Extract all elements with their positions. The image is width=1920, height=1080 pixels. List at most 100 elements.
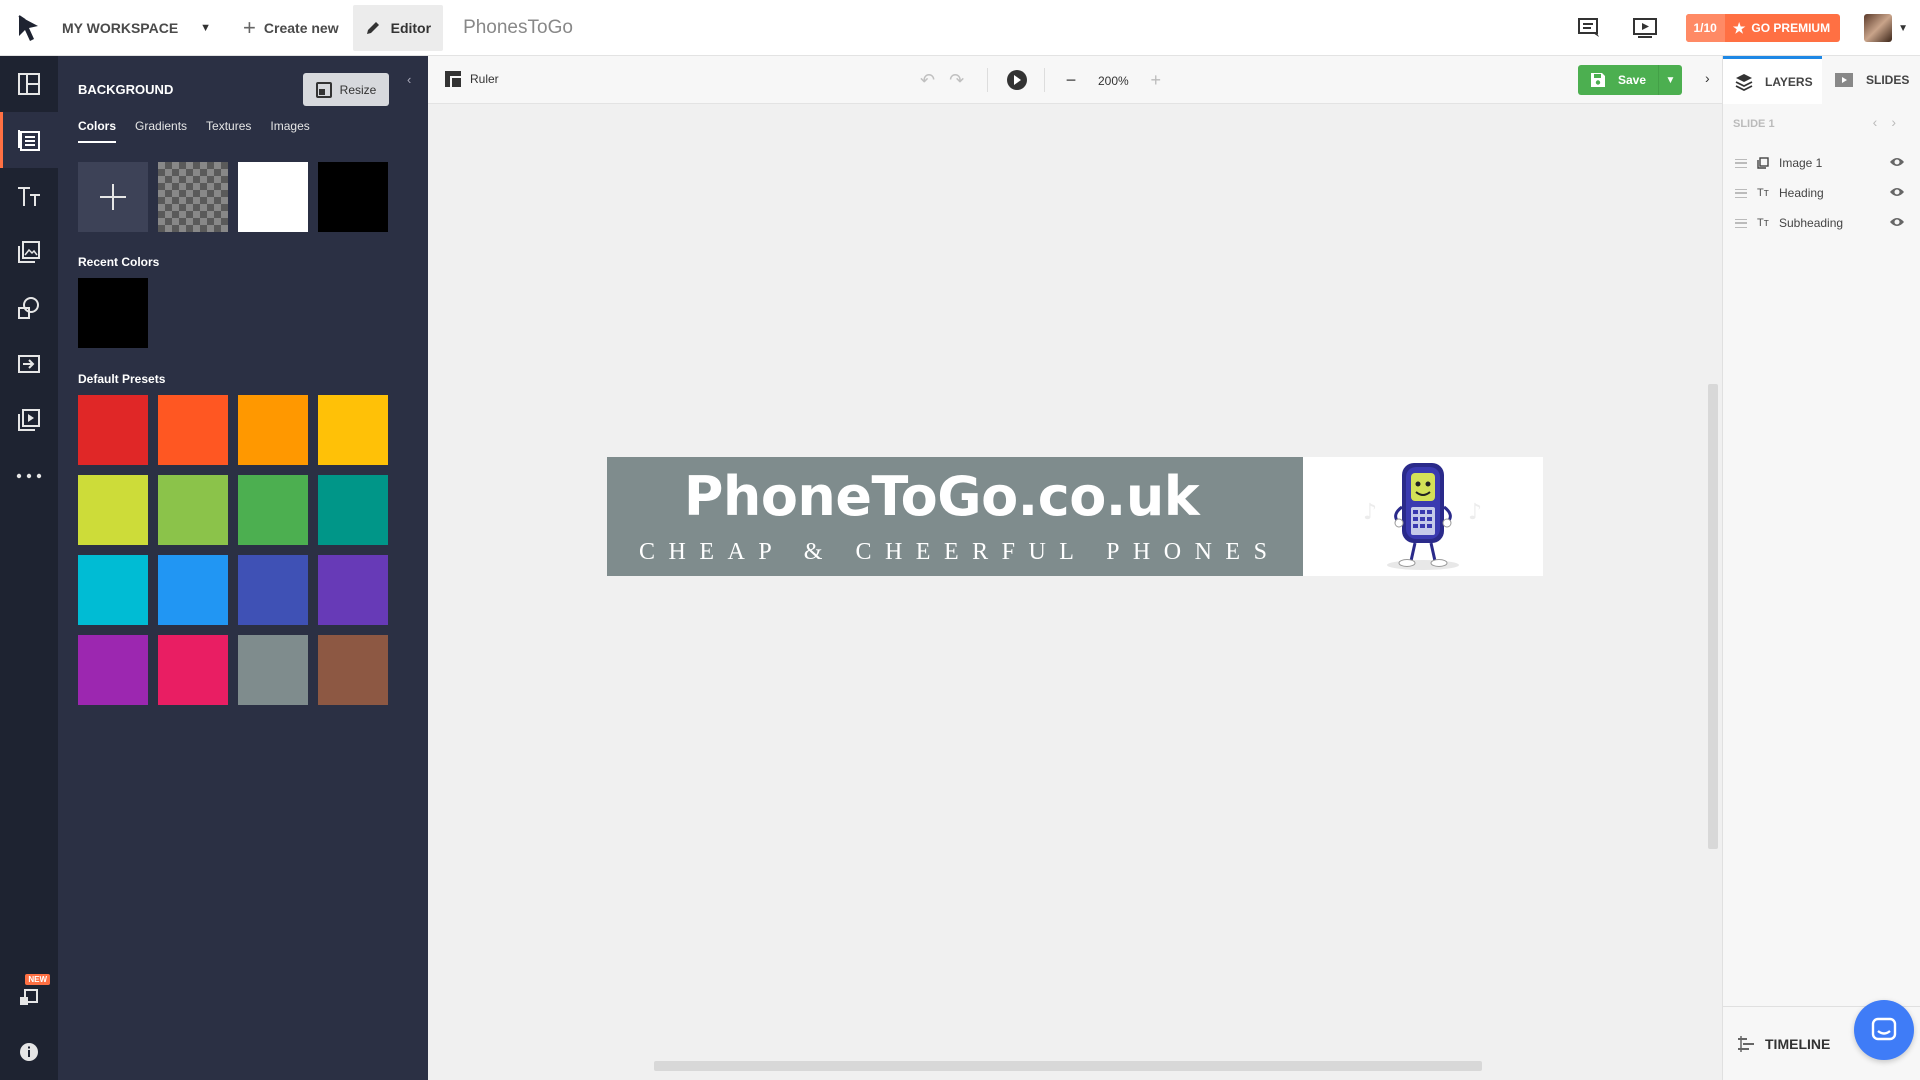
chat-support-icon[interactable] xyxy=(1854,1000,1914,1060)
text-icon: Tт xyxy=(1757,217,1769,229)
canvas-area[interactable] xyxy=(428,104,1722,1080)
preset-color-swatch[interactable] xyxy=(238,395,308,465)
preset-color-swatch[interactable] xyxy=(158,395,228,465)
transparent-swatch[interactable] xyxy=(158,162,228,232)
horizontal-scrollbar[interactable] xyxy=(654,1061,1482,1071)
banner-subheading[interactable]: CHEAP & CHEERFUL PHONES xyxy=(639,539,1280,566)
resize-label: Resize xyxy=(339,82,377,97)
new-badge: NEW xyxy=(25,974,50,985)
preview-icon[interactable] xyxy=(1630,13,1660,43)
svg-text:♪: ♪ xyxy=(1468,500,1482,525)
layer-name: Subheading xyxy=(1779,216,1844,230)
redo-icon[interactable]: ↷ xyxy=(949,70,964,91)
save-options-chevron-icon[interactable]: ▼ xyxy=(1658,65,1682,95)
zoom-control: − 200% + xyxy=(1062,70,1165,91)
zoom-in-button[interactable]: + xyxy=(1147,70,1165,91)
preset-color-swatch[interactable] xyxy=(238,555,308,625)
ruler-label: Ruler xyxy=(470,72,499,86)
preset-color-swatch[interactable] xyxy=(78,635,148,705)
tab-images[interactable]: Images xyxy=(270,119,309,143)
tab-layers[interactable]: LAYERS xyxy=(1723,56,1822,104)
chevron-down-icon[interactable]: ▼ xyxy=(1898,23,1908,34)
drag-handle-icon[interactable] xyxy=(1735,188,1747,198)
banner-heading[interactable]: PhoneToGo.co.uk xyxy=(607,465,1276,528)
ruler-toggle[interactable]: Ruler xyxy=(444,70,499,88)
visibility-eye-icon[interactable] xyxy=(1889,156,1905,168)
expand-right-panel-icon[interactable]: › xyxy=(1705,70,1710,86)
save-icon xyxy=(1591,73,1605,87)
preset-color-swatch[interactable] xyxy=(158,475,228,545)
timeline-icon xyxy=(1738,1035,1754,1052)
zoom-out-button[interactable]: − xyxy=(1062,70,1080,91)
preset-color-swatch[interactable] xyxy=(318,475,388,545)
document-title[interactable]: PhonesToGo xyxy=(463,17,573,39)
workspace-menu[interactable]: MY WORKSPACE ▼ xyxy=(58,0,215,56)
preset-color-swatch[interactable] xyxy=(238,635,308,705)
preset-color-swatch[interactable] xyxy=(78,475,148,545)
drag-handle-icon[interactable] xyxy=(1735,158,1747,168)
layer-item[interactable]: Tт Subheading xyxy=(1735,208,1911,238)
preset-color-swatch[interactable] xyxy=(318,635,388,705)
banner-design[interactable]: PhoneToGo.co.uk CHEAP & CHEERFUL PHONES … xyxy=(607,457,1543,576)
layers-tab-label: LAYERS xyxy=(1765,74,1813,89)
tab-slides[interactable]: SLIDES xyxy=(1822,56,1920,104)
layer-item[interactable]: Image 1 xyxy=(1735,148,1911,178)
shapes-icon[interactable] xyxy=(0,280,58,336)
preset-color-swatch[interactable] xyxy=(158,555,228,625)
add-color-button[interactable] xyxy=(78,162,148,232)
preset-color-swatch[interactable] xyxy=(238,475,308,545)
ruler-icon xyxy=(445,71,461,87)
slide-navigation-chevron-icon[interactable]: ‹› xyxy=(1873,114,1910,130)
image-icon xyxy=(1757,157,1771,169)
visibility-eye-icon[interactable] xyxy=(1889,216,1905,228)
background-icon[interactable] xyxy=(0,112,58,168)
layout-icon[interactable] xyxy=(0,56,58,112)
info-icon[interactable] xyxy=(0,1024,58,1080)
import-icon[interactable] xyxy=(0,336,58,392)
default-presets-label: Default Presets xyxy=(78,372,166,386)
layers-icon xyxy=(1735,73,1753,91)
banner-background[interactable]: PhoneToGo.co.uk CHEAP & CHEERFUL PHONES xyxy=(607,457,1303,576)
recent-colors-label: Recent Colors xyxy=(78,255,160,269)
animation-icon[interactable] xyxy=(0,392,58,448)
images-icon[interactable] xyxy=(0,224,58,280)
preset-color-swatch[interactable] xyxy=(78,395,148,465)
canvas-toolbar: Ruler ↶ ↷ − 200% + Save ▼ › xyxy=(428,56,1722,104)
tab-gradients[interactable]: Gradients xyxy=(135,119,187,143)
phone-mascot-image[interactable]: ♪ ♪ xyxy=(1303,457,1543,576)
avatar[interactable] xyxy=(1864,14,1893,42)
drag-handle-icon[interactable] xyxy=(1735,218,1747,228)
plus-icon: + xyxy=(243,14,256,40)
editor-label: Editor xyxy=(390,19,432,36)
collapse-panel-icon[interactable]: ‹ xyxy=(407,72,411,87)
recent-color-swatch[interactable] xyxy=(78,278,148,348)
text-icon[interactable] xyxy=(0,168,58,224)
tab-textures[interactable]: Textures xyxy=(206,119,251,143)
save-button[interactable]: Save ▼ xyxy=(1578,65,1682,95)
background-tabs: Colors Gradients Textures Images xyxy=(78,119,329,143)
top-bar: MY WORKSPACE ▼ + Create new Editor Phone… xyxy=(0,0,1920,56)
undo-icon[interactable]: ↶ xyxy=(920,70,935,91)
layer-item[interactable]: Tт Heading xyxy=(1735,178,1911,208)
preset-color-swatch[interactable] xyxy=(78,555,148,625)
black-swatch[interactable] xyxy=(318,162,388,232)
create-new-label: Create new xyxy=(263,19,339,36)
preset-color-swatch[interactable] xyxy=(318,555,388,625)
visibility-eye-icon[interactable] xyxy=(1889,186,1905,198)
white-swatch[interactable] xyxy=(238,162,308,232)
create-new-button[interactable]: + Create new xyxy=(243,0,339,56)
preset-color-swatch[interactable] xyxy=(318,395,388,465)
more-icon[interactable] xyxy=(0,448,58,504)
resize-button[interactable]: Resize xyxy=(303,73,389,106)
preset-color-swatch[interactable] xyxy=(158,635,228,705)
comments-icon[interactable] xyxy=(1574,13,1604,43)
app-logo-icon[interactable] xyxy=(0,0,58,56)
play-icon[interactable] xyxy=(1007,70,1027,90)
premium-count: 1/10 xyxy=(1685,14,1725,42)
new-feature-icon[interactable]: NEW xyxy=(0,968,58,1024)
editor-tab[interactable]: Editor xyxy=(352,4,444,51)
star-icon: ★ xyxy=(1732,19,1746,36)
go-premium-button[interactable]: 1/10 ★ GO PREMIUM xyxy=(1685,14,1841,42)
tab-colors[interactable]: Colors xyxy=(78,119,117,143)
vertical-scrollbar[interactable] xyxy=(1708,384,1718,849)
